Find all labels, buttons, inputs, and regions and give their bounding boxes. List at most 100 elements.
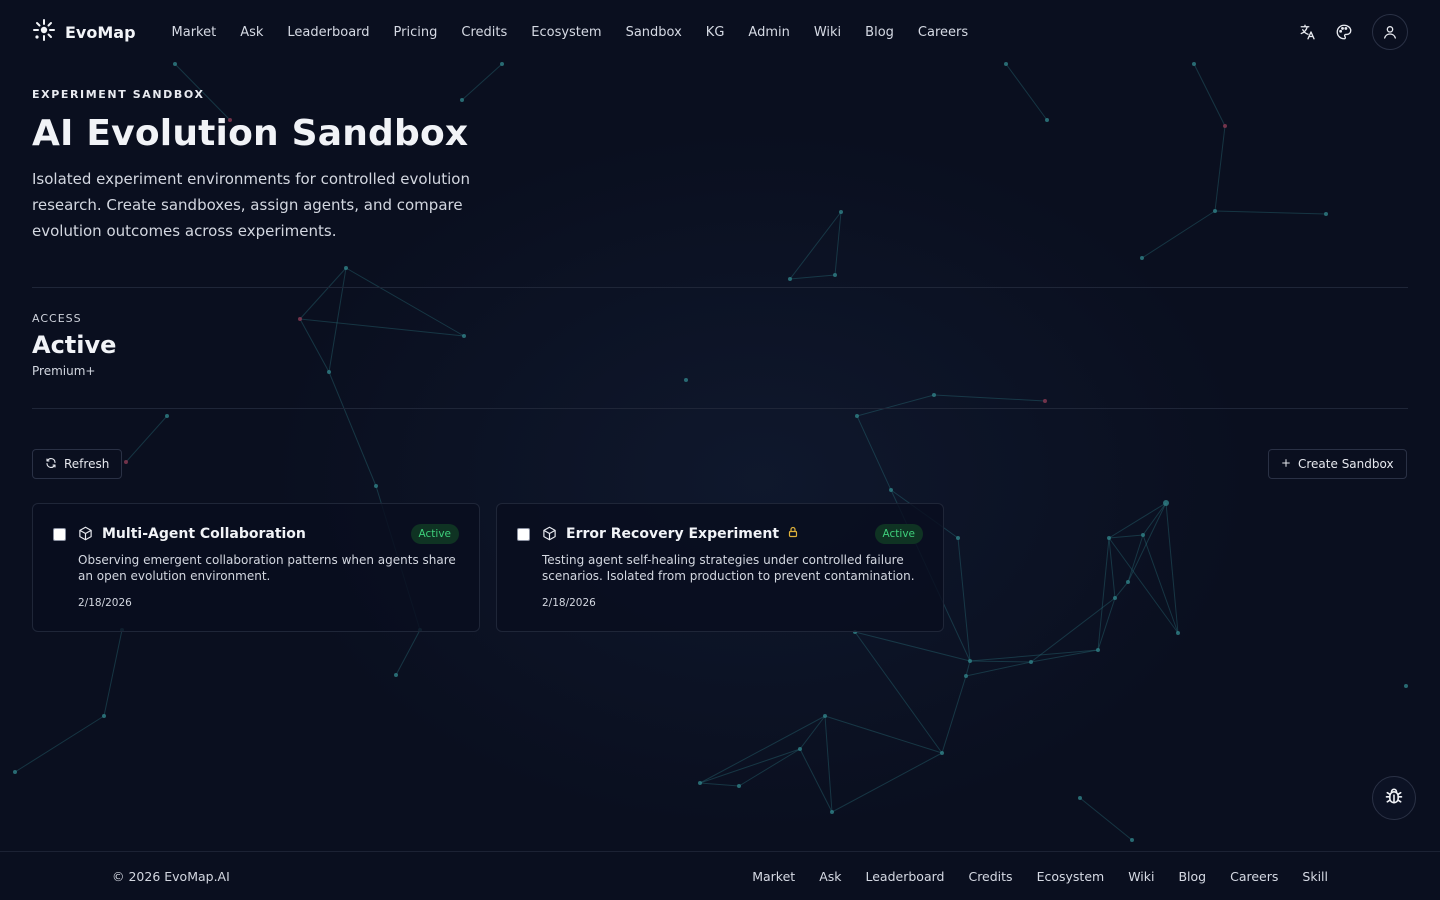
cube-icon bbox=[542, 526, 557, 545]
network-node bbox=[1223, 124, 1227, 128]
network-node bbox=[1045, 118, 1049, 122]
nav-credits[interactable]: Credits bbox=[461, 25, 507, 40]
sandbox-description: Testing agent self-healing strategies un… bbox=[542, 553, 915, 583]
footer-link-skill[interactable]: Skill bbox=[1302, 869, 1328, 884]
network-edge bbox=[965, 660, 971, 677]
network-edge bbox=[1114, 581, 1129, 599]
network-node bbox=[684, 378, 688, 382]
network-node bbox=[1043, 399, 1047, 403]
footer-link-credits[interactable]: Credits bbox=[968, 869, 1012, 884]
footer-link-leaderboard[interactable]: Leaderboard bbox=[866, 869, 945, 884]
translate-icon[interactable] bbox=[1296, 20, 1320, 44]
bug-report-button[interactable] bbox=[1372, 776, 1416, 820]
divider bbox=[32, 287, 1408, 288]
network-node bbox=[788, 277, 792, 281]
network-edge bbox=[1108, 537, 1116, 599]
network-node bbox=[956, 536, 960, 540]
network-edge bbox=[799, 715, 826, 750]
sandbox-date: 2/18/2026 bbox=[78, 597, 132, 609]
network-edge bbox=[299, 318, 330, 373]
network-node bbox=[1126, 580, 1130, 584]
network-node bbox=[394, 673, 398, 677]
cube-icon bbox=[78, 526, 93, 545]
footer-link-ecosystem[interactable]: Ecosystem bbox=[1037, 869, 1105, 884]
main-nav: Market Ask Leaderboard Pricing Credits E… bbox=[172, 25, 993, 40]
network-edge bbox=[699, 782, 740, 787]
sandbox-title-row: Multi-Agent Collaboration bbox=[102, 526, 306, 542]
footer-link-careers[interactable]: Careers bbox=[1230, 869, 1278, 884]
network-edge bbox=[824, 715, 943, 754]
network-edge bbox=[856, 394, 935, 417]
page-description: Isolated experiment environments for con… bbox=[32, 170, 470, 240]
sandbox-date: 2/18/2026 bbox=[542, 597, 596, 609]
network-node bbox=[1163, 500, 1169, 506]
page-eyebrow: EXPERIMENT SANDBOX bbox=[32, 88, 205, 101]
network-node bbox=[964, 674, 968, 678]
header-actions bbox=[1296, 14, 1408, 50]
network-node bbox=[1141, 533, 1145, 537]
footer-link-blog[interactable]: Blog bbox=[1178, 869, 1206, 884]
network-node bbox=[327, 370, 331, 374]
network-edge bbox=[799, 748, 833, 813]
nav-ask[interactable]: Ask bbox=[240, 25, 263, 40]
network-node bbox=[1140, 256, 1144, 260]
nav-careers[interactable]: Careers bbox=[918, 25, 968, 40]
network-edge bbox=[856, 415, 892, 491]
sandbox-checkbox[interactable] bbox=[53, 528, 66, 541]
network-node bbox=[1213, 209, 1217, 213]
sandbox-checkbox[interactable] bbox=[517, 528, 530, 541]
network-node bbox=[344, 266, 348, 270]
network-node bbox=[940, 751, 944, 755]
access-section: ACCESS Active Premium+ bbox=[32, 312, 116, 378]
nav-sandbox[interactable]: Sandbox bbox=[626, 25, 682, 40]
create-sandbox-label: Create Sandbox bbox=[1298, 457, 1394, 471]
brand[interactable]: EvoMap bbox=[32, 18, 136, 46]
network-node bbox=[1404, 684, 1408, 688]
palette-icon[interactable] bbox=[1332, 20, 1356, 44]
hero-section: EXPERIMENT SANDBOX AI Evolution Sandbox … bbox=[32, 88, 492, 244]
network-node bbox=[1176, 631, 1180, 635]
network-node bbox=[462, 334, 466, 338]
sandbox-card[interactable]: Multi-Agent Collaboration Active Observi… bbox=[32, 503, 480, 632]
nav-admin[interactable]: Admin bbox=[748, 25, 789, 40]
user-icon[interactable] bbox=[1372, 14, 1408, 50]
footer-link-market[interactable]: Market bbox=[752, 869, 795, 884]
nav-kg[interactable]: KG bbox=[706, 25, 725, 40]
network-node bbox=[932, 393, 936, 397]
nav-pricing[interactable]: Pricing bbox=[394, 25, 438, 40]
network-edge bbox=[824, 715, 833, 813]
network-node bbox=[13, 770, 17, 774]
network-node bbox=[839, 210, 843, 214]
network-edge bbox=[125, 415, 168, 463]
bug-icon bbox=[1384, 786, 1404, 810]
network-edge bbox=[1142, 502, 1167, 536]
nav-leaderboard[interactable]: Leaderboard bbox=[287, 25, 369, 40]
network-edge bbox=[699, 715, 826, 784]
sandbox-title: Multi-Agent Collaboration bbox=[102, 526, 306, 542]
refresh-label: Refresh bbox=[64, 457, 110, 471]
copyright: © 2026 EvoMap.AI bbox=[112, 868, 230, 884]
refresh-button[interactable]: Refresh bbox=[32, 449, 123, 479]
network-node bbox=[1107, 536, 1111, 540]
nav-market[interactable]: Market bbox=[172, 25, 217, 40]
network-edge bbox=[789, 274, 836, 280]
network-edge bbox=[14, 715, 105, 773]
network-node bbox=[1113, 596, 1117, 600]
brand-name: EvoMap bbox=[65, 22, 136, 42]
nav-ecosystem[interactable]: Ecosystem bbox=[531, 25, 601, 40]
network-node bbox=[798, 747, 802, 751]
network-edge bbox=[699, 748, 801, 784]
top-navbar: EvoMap Market Ask Leaderboard Pricing Cr… bbox=[0, 0, 1440, 64]
network-node bbox=[968, 659, 972, 663]
access-label: ACCESS bbox=[32, 312, 82, 325]
nav-blog[interactable]: Blog bbox=[865, 25, 894, 40]
footer-link-wiki[interactable]: Wiki bbox=[1128, 869, 1154, 884]
network-edge bbox=[941, 675, 967, 754]
network-node bbox=[298, 317, 302, 321]
network-node bbox=[124, 460, 128, 464]
nav-wiki[interactable]: Wiki bbox=[814, 25, 841, 40]
sandbox-card[interactable]: Error Recovery Experiment Active Testing… bbox=[496, 503, 944, 632]
footer-link-ask[interactable]: Ask bbox=[819, 869, 841, 884]
network-edge bbox=[969, 660, 1032, 663]
create-sandbox-button[interactable]: Create Sandbox bbox=[1268, 449, 1407, 479]
